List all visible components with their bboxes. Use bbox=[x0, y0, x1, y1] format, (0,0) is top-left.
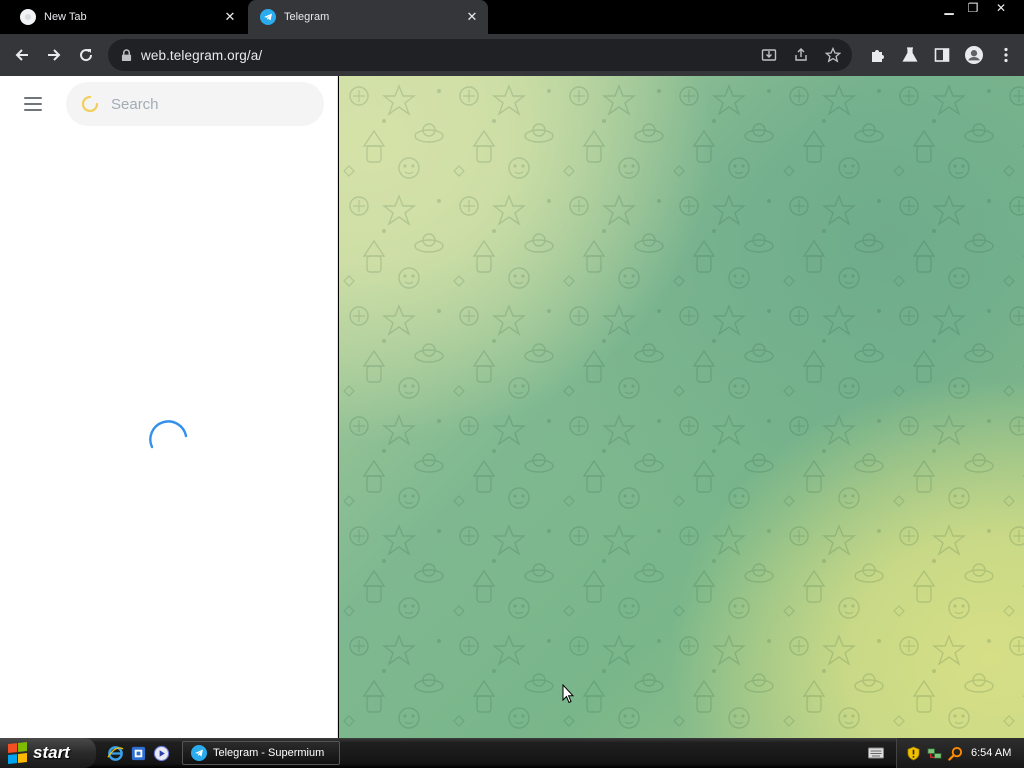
taskbar-window-telegram[interactable]: Telegram - Supermium bbox=[182, 741, 340, 765]
supermium-telegram-icon bbox=[191, 745, 207, 761]
system-tray: 6:54 AM bbox=[896, 738, 1024, 768]
share-icon[interactable] bbox=[790, 44, 812, 66]
arrow-left-icon bbox=[15, 49, 28, 61]
ie-icon[interactable] bbox=[106, 744, 124, 762]
taskbar-window-label: Telegram - Supermium bbox=[213, 747, 325, 759]
start-button[interactable]: start bbox=[0, 738, 96, 768]
restore-icon[interactable]: ❐ bbox=[962, 0, 984, 16]
media-player-icon[interactable] bbox=[152, 744, 170, 762]
close-icon[interactable]: ✕ bbox=[222, 9, 238, 25]
telegram-web-page: Search bbox=[0, 76, 1024, 738]
start-label: start bbox=[33, 743, 70, 762]
network-icon[interactable] bbox=[926, 745, 942, 761]
close-icon[interactable]: ✕ bbox=[464, 9, 480, 25]
side-panel-icon[interactable] bbox=[930, 43, 954, 67]
search-icon[interactable] bbox=[947, 745, 963, 761]
reload-icon bbox=[80, 49, 93, 62]
address-bar[interactable]: web.telegram.org/a/ bbox=[108, 39, 852, 71]
security-shield-icon[interactable] bbox=[905, 745, 921, 761]
system-clock[interactable]: 6:54 AM bbox=[971, 747, 1011, 759]
keyboard-icon[interactable] bbox=[868, 746, 884, 760]
extensions-puzzle-icon[interactable] bbox=[866, 43, 890, 67]
profile-avatar-icon[interactable] bbox=[962, 43, 986, 67]
close-window-icon[interactable]: ✕ bbox=[986, 0, 1016, 16]
chat-list-column: Search bbox=[0, 76, 338, 738]
search-placeholder: Search bbox=[111, 95, 159, 113]
browser-toolbar: web.telegram.org/a/ bbox=[0, 34, 1024, 76]
chat-list-loading-spinner-icon bbox=[149, 420, 188, 449]
labs-flask-icon[interactable] bbox=[898, 43, 922, 67]
extension-area bbox=[866, 39, 1018, 71]
omnibox-actions bbox=[758, 39, 844, 71]
minimize-icon[interactable]: ▁ bbox=[938, 0, 960, 16]
lock-icon[interactable] bbox=[120, 48, 132, 62]
back-button[interactable] bbox=[6, 39, 38, 71]
tab-telegram[interactable]: Telegram ✕ bbox=[248, 0, 488, 34]
newtab-icon bbox=[20, 9, 36, 25]
window-controls: ▁ ❐ ✕ bbox=[938, 0, 1016, 18]
windows-logo-icon bbox=[8, 742, 28, 764]
tab-title: Telegram bbox=[284, 11, 330, 23]
telegram-icon bbox=[260, 9, 276, 25]
forward-button[interactable] bbox=[38, 39, 70, 71]
hamburger-menu-icon[interactable] bbox=[20, 92, 46, 116]
windows-update-icon[interactable] bbox=[129, 744, 147, 762]
search-loading-spinner-icon bbox=[81, 95, 99, 113]
more-vert-icon[interactable] bbox=[994, 43, 1018, 67]
tab-strip: New Tab ✕ Telegram ✕ ▁ ❐ ✕ bbox=[0, 0, 1024, 34]
reload-button[interactable] bbox=[70, 39, 102, 71]
windows-taskbar: start Telegram - Supermium 6:54 AM bbox=[0, 738, 1024, 768]
bookmark-star-icon[interactable] bbox=[822, 44, 844, 66]
chat-background bbox=[339, 76, 1024, 738]
install-app-icon[interactable] bbox=[758, 44, 780, 66]
doodle-pattern bbox=[339, 76, 1024, 738]
tab-title: New Tab bbox=[44, 11, 87, 23]
mouse-cursor-icon bbox=[562, 684, 574, 704]
url-text: web.telegram.org/a/ bbox=[141, 47, 263, 63]
tab-new-tab[interactable]: New Tab ✕ bbox=[8, 0, 246, 34]
quick-launch bbox=[106, 744, 170, 762]
arrow-right-icon bbox=[48, 49, 61, 61]
search-input[interactable]: Search bbox=[66, 82, 324, 126]
